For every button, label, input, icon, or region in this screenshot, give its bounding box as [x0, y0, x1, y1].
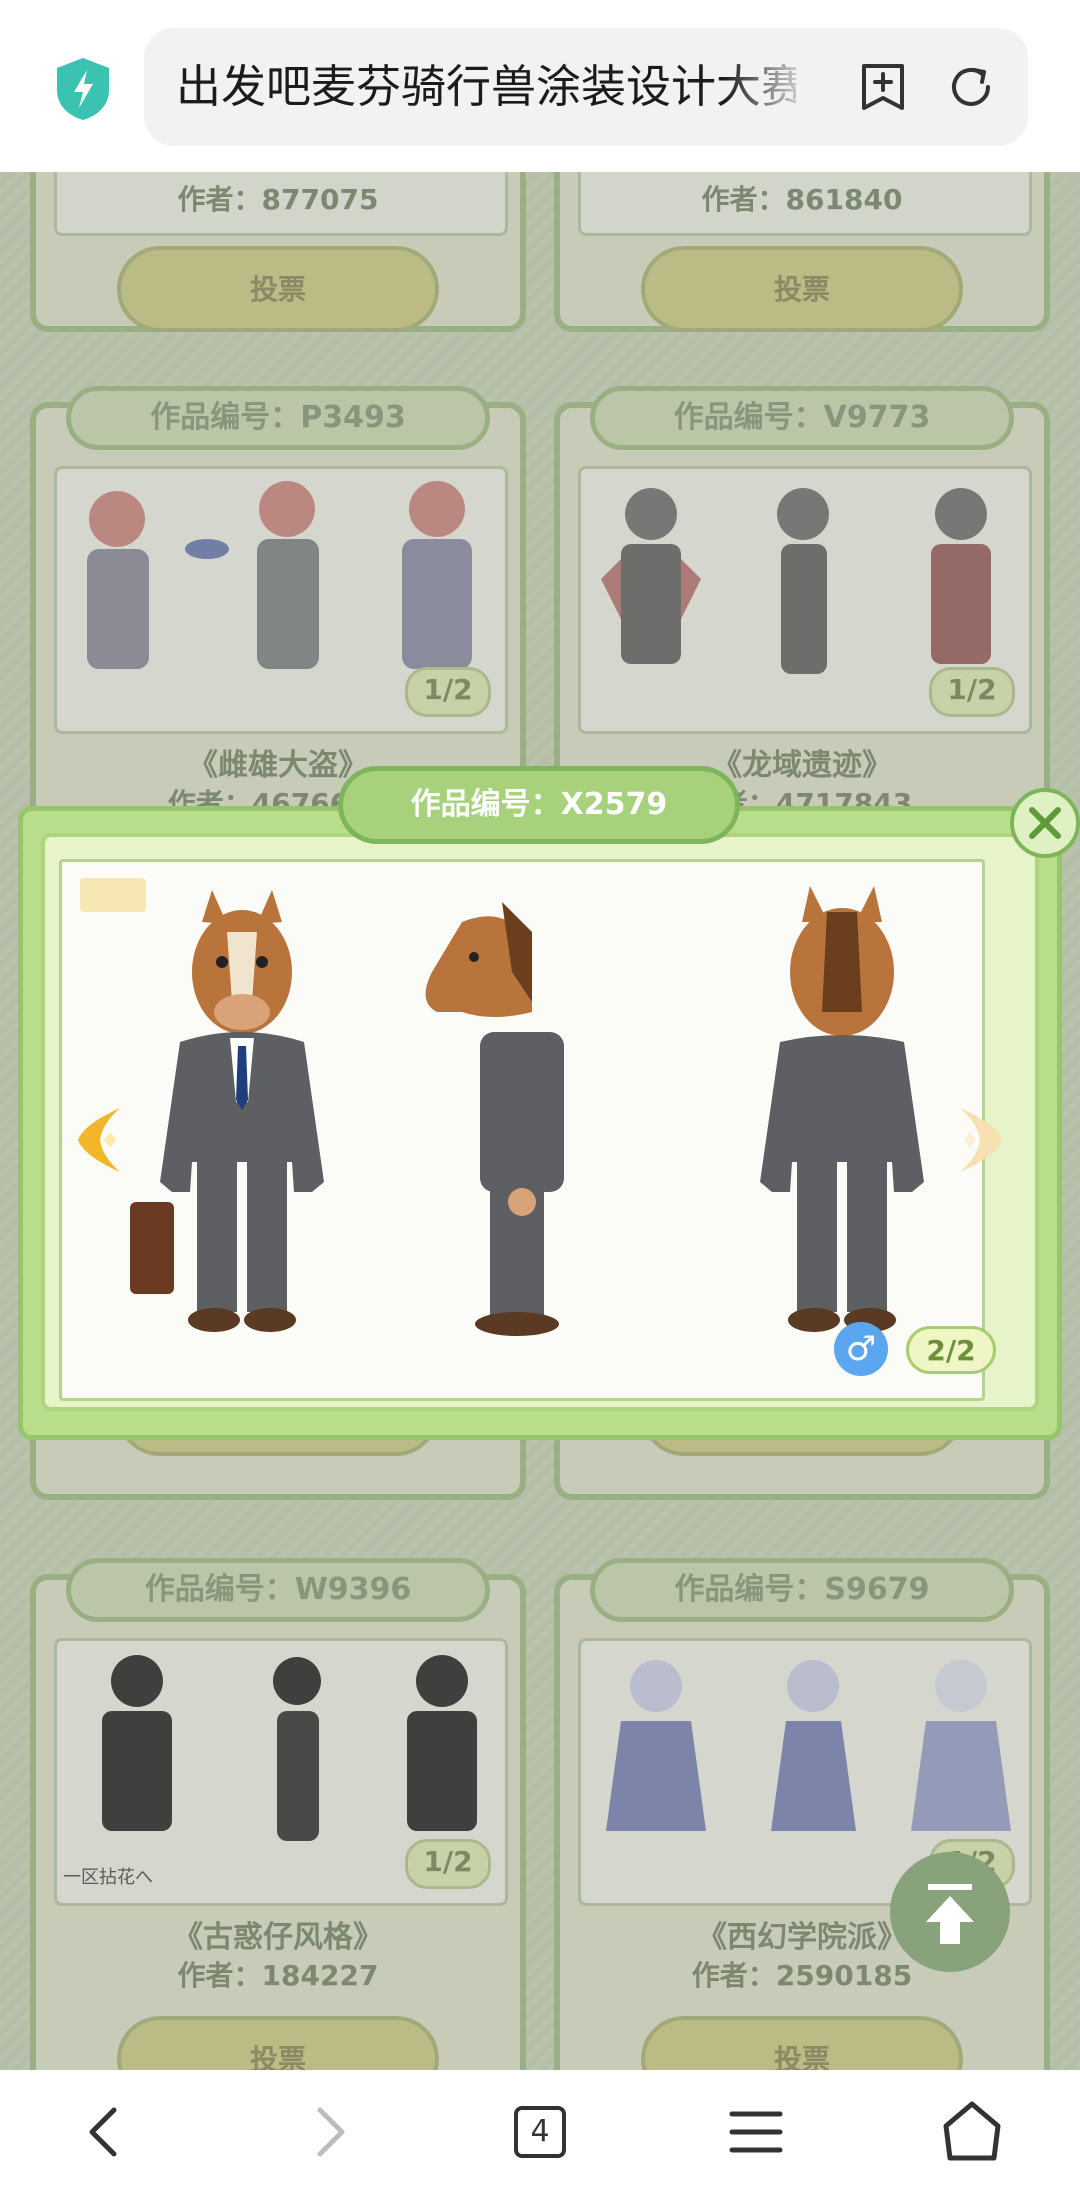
add-bookmark-icon[interactable]: [856, 60, 910, 114]
page-title[interactable]: 出发吧麦芬骑行兽涂装设计大赛: [176, 28, 796, 146]
security-shield-icon[interactable]: [54, 56, 112, 122]
next-arrow-icon[interactable]: [946, 1100, 1010, 1180]
game-logo: [80, 878, 146, 912]
previous-arrow-icon[interactable]: [70, 1100, 134, 1180]
horse-suit-character-sheet: [80, 878, 924, 1336]
browser-bottom-bar: 4: [0, 2070, 1080, 2194]
artwork-full-image[interactable]: [59, 859, 985, 1401]
close-icon: [1029, 807, 1061, 839]
close-button[interactable]: [1010, 788, 1080, 858]
browser-top-bar: 出发吧麦芬骑行兽涂装设计大赛: [0, 0, 1080, 172]
address-bar[interactable]: 出发吧麦芬骑行兽涂装设计大赛: [144, 28, 1028, 146]
forward-icon[interactable]: [288, 2092, 368, 2172]
refresh-icon[interactable]: [944, 60, 998, 114]
scroll-to-top-button[interactable]: [890, 1852, 1010, 1972]
home-icon[interactable]: [932, 2092, 1012, 2172]
modal-id-header: 作品编号：X2579: [338, 766, 740, 844]
back-icon[interactable]: [66, 2092, 146, 2172]
title-fade: [724, 38, 814, 136]
tabs-button[interactable]: 4: [500, 2092, 580, 2172]
tab-count: 4: [514, 2106, 566, 2158]
male-gender-icon: ♂: [834, 1322, 888, 1376]
menu-icon[interactable]: [716, 2092, 796, 2172]
arrow-up-icon: [926, 1884, 974, 1944]
modal-page-badge: 2/2: [906, 1326, 996, 1374]
